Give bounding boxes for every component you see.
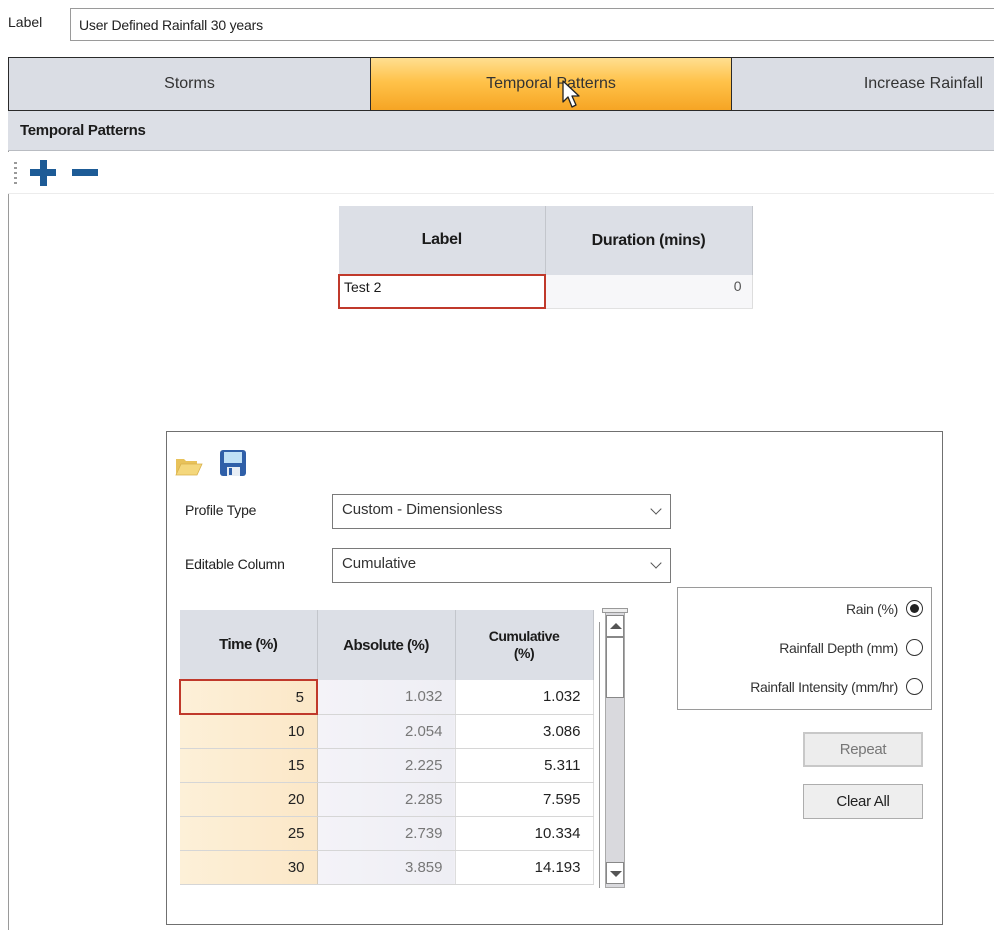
column-header-label[interactable]: Label bbox=[339, 206, 546, 275]
absolute-cell: 3.859 bbox=[317, 850, 456, 885]
absolute-cell: 2.285 bbox=[317, 782, 456, 817]
cumulative-cell[interactable]: 3.086 bbox=[455, 714, 594, 749]
scrollbar-cap bbox=[602, 608, 628, 613]
cumulative-cell[interactable]: 5.311 bbox=[455, 748, 594, 783]
table-row[interactable]: 15 2.225 5.311 bbox=[180, 748, 594, 783]
cumulative-cell[interactable]: 1.032 bbox=[455, 680, 594, 715]
chevron-down-icon bbox=[650, 557, 662, 569]
radio-rainfall-intensity[interactable]: Rainfall Intensity (mm/hr) bbox=[750, 678, 923, 695]
absolute-cell: 2.739 bbox=[317, 816, 456, 851]
remove-pattern-button[interactable] bbox=[70, 160, 98, 186]
arrow-up-icon bbox=[610, 623, 622, 629]
radio-label: Rainfall Depth (mm) bbox=[779, 639, 898, 656]
cumulative-cell[interactable]: 10.334 bbox=[455, 816, 594, 851]
editable-column-label: Editable Column bbox=[185, 556, 285, 572]
scrollbar-thumb[interactable] bbox=[606, 637, 624, 698]
radio-rain-percent[interactable]: Rain (%) bbox=[846, 600, 923, 617]
profile-grid: Time (%) Absolute (%) Cumulative (%) 5 1.… bbox=[179, 610, 594, 885]
absolute-cell: 2.054 bbox=[317, 714, 456, 749]
radio-label: Rain (%) bbox=[845, 600, 898, 617]
time-cell[interactable]: 15 bbox=[180, 748, 318, 783]
tab-bar: Storms Temporal Patterns Increase Rainfa… bbox=[8, 57, 994, 111]
radio-button[interactable] bbox=[906, 639, 923, 656]
cumulative-cell[interactable]: 14.193 bbox=[455, 850, 594, 885]
column-header-time[interactable]: Time (%) bbox=[180, 610, 318, 680]
tab-increase-rainfall[interactable]: Increase Rainfall bbox=[732, 58, 994, 110]
time-cell[interactable]: 30 bbox=[180, 850, 318, 885]
repeat-button[interactable]: Repeat bbox=[803, 732, 923, 767]
folder-open-icon[interactable] bbox=[175, 456, 203, 476]
grid-scrollbar[interactable] bbox=[599, 608, 628, 888]
tab-temporal-patterns[interactable]: Temporal Patterns bbox=[371, 58, 732, 110]
profile-type-select[interactable]: Custom - Dimensionless bbox=[332, 494, 671, 529]
column-header-absolute[interactable]: Absolute (%) bbox=[317, 610, 456, 680]
scroll-down-button[interactable] bbox=[606, 862, 624, 884]
column-header-duration[interactable]: Duration (mins) bbox=[545, 206, 753, 275]
radio-button-selected[interactable] bbox=[906, 600, 923, 617]
save-icon[interactable] bbox=[219, 449, 247, 477]
absolute-cell: 2.225 bbox=[317, 748, 456, 783]
radio-label: Rainfall Intensity (mm/hr) bbox=[750, 678, 898, 695]
absolute-cell: 1.032 bbox=[317, 680, 456, 715]
arrow-down-icon bbox=[610, 871, 622, 877]
pattern-label-cell[interactable]: Test 2 bbox=[338, 274, 546, 309]
patterns-table: Label Duration (mins) Test 2 0 bbox=[338, 206, 753, 309]
tab-storms[interactable]: Storms bbox=[9, 58, 371, 110]
cumulative-cell[interactable]: 7.595 bbox=[455, 782, 594, 817]
scrollbar-rail bbox=[599, 622, 604, 888]
table-row[interactable]: Test 2 0 bbox=[338, 274, 753, 309]
clear-all-button[interactable]: Clear All bbox=[803, 784, 923, 819]
profile-type-value: Custom - Dimensionless bbox=[342, 501, 503, 518]
section-title: Temporal Patterns bbox=[8, 111, 994, 151]
add-pattern-button[interactable] bbox=[30, 160, 56, 186]
pattern-duration-cell[interactable]: 0 bbox=[545, 275, 753, 309]
profile-type-label: Profile Type bbox=[185, 502, 257, 518]
column-header-cumulative[interactable]: Cumulative (%) bbox=[455, 610, 594, 680]
scroll-up-button[interactable] bbox=[606, 615, 624, 637]
chevron-down-icon bbox=[650, 503, 662, 515]
time-cell[interactable]: 20 bbox=[180, 782, 318, 817]
label-caption: Label bbox=[8, 14, 43, 30]
label-row: Label bbox=[0, 0, 994, 48]
time-cell[interactable]: 25 bbox=[180, 816, 318, 851]
editable-column-value: Cumulative bbox=[342, 555, 417, 572]
table-row[interactable]: 20 2.285 7.595 bbox=[180, 782, 594, 817]
table-row[interactable]: 10 2.054 3.086 bbox=[180, 714, 594, 749]
label-input[interactable] bbox=[70, 8, 994, 41]
table-row[interactable]: 30 3.859 14.193 bbox=[180, 850, 594, 885]
editable-column-select[interactable]: Cumulative bbox=[332, 548, 671, 583]
toolbar-grip[interactable] bbox=[14, 162, 17, 184]
table-row[interactable]: 25 2.739 10.334 bbox=[180, 816, 594, 851]
radio-rainfall-depth[interactable]: Rainfall Depth (mm) bbox=[779, 639, 923, 656]
table-row[interactable]: 5 1.032 1.032 bbox=[179, 679, 594, 715]
time-cell[interactable]: 10 bbox=[180, 714, 318, 749]
profile-grid-container: Time (%) Absolute (%) Cumulative (%) 5 1.… bbox=[179, 610, 607, 888]
time-cell[interactable]: 5 bbox=[179, 679, 318, 715]
profile-editor-panel: Profile Type Custom - Dimensionless Edit… bbox=[166, 431, 943, 925]
radio-button[interactable] bbox=[906, 678, 923, 695]
patterns-toolbar bbox=[8, 152, 994, 194]
units-radio-group: Rain (%) Rainfall Depth (mm) Rainfall In… bbox=[677, 587, 932, 710]
